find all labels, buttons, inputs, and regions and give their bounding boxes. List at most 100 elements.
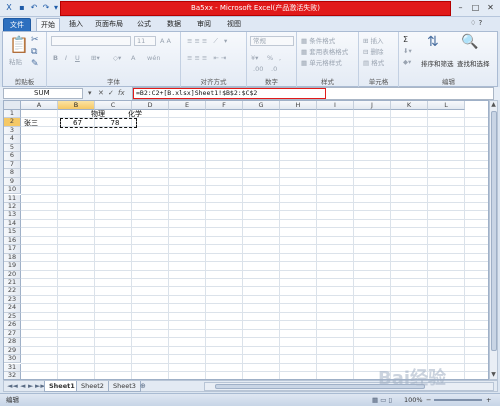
- cell-styles-button[interactable]: ▦ 单元格样式: [301, 57, 342, 67]
- percent-button[interactable]: %: [267, 54, 273, 62]
- zoom-in-button[interactable]: +: [486, 394, 491, 406]
- undo-icon[interactable]: ↶: [28, 2, 40, 14]
- tab-file[interactable]: 文件: [3, 18, 31, 32]
- gridline-horizontal: [21, 142, 488, 144]
- format-cells-button[interactable]: ▤ 格式: [363, 57, 384, 67]
- align-top-icons[interactable]: ≡≡≡ ⟋ ▾: [187, 37, 229, 46]
- scroll-up-icon[interactable]: ▲: [490, 101, 497, 109]
- paste-label[interactable]: 粘贴: [9, 56, 22, 66]
- formula-input[interactable]: =B2:C2+[B.xlsx]Sheet1!$B$2:$C$2: [133, 88, 326, 99]
- name-box-dropdown-icon[interactable]: ▾: [88, 88, 92, 99]
- italic-button[interactable]: I: [65, 54, 67, 62]
- tab-home[interactable]: 开始: [36, 18, 60, 32]
- cell-B1[interactable]: 物理: [84, 110, 112, 118]
- paste-icon[interactable]: 📋: [9, 35, 29, 54]
- delete-cells-button[interactable]: ⊟ 删除: [363, 46, 384, 56]
- cell-C1[interactable]: 化学: [121, 110, 149, 118]
- tab-review[interactable]: 审阅: [192, 18, 216, 32]
- close-button[interactable]: ✕: [483, 1, 498, 15]
- find-select-icon[interactable]: 🔍: [461, 34, 478, 50]
- column-header-E[interactable]: E: [169, 101, 206, 110]
- align-left-icons[interactable]: ≡≡≡ ⇤⇥: [187, 54, 228, 62]
- clear-icon[interactable]: ◆▾: [403, 58, 411, 66]
- view-buttons[interactable]: ▦ ▭ ▯: [372, 394, 392, 406]
- gridline-horizontal: [21, 311, 488, 313]
- comma-button[interactable]: ,: [279, 54, 281, 62]
- save-icon[interactable]: ▪: [16, 2, 28, 14]
- format-painter-icon[interactable]: ✎: [31, 59, 39, 69]
- cut-icon[interactable]: ✂: [31, 35, 39, 45]
- column-header-F[interactable]: F: [206, 101, 243, 110]
- tab-view[interactable]: 视图: [222, 18, 246, 32]
- vertical-scroll-thumb[interactable]: [491, 111, 497, 351]
- row-header-32[interactable]: 32: [4, 371, 21, 379]
- zoom-level[interactable]: 100%: [404, 394, 423, 406]
- excel-logo-icon[interactable]: X: [3, 2, 15, 14]
- next-sheet-icon[interactable]: ►: [28, 382, 33, 390]
- zoom-out-button[interactable]: −: [426, 394, 431, 406]
- enter-icon[interactable]: ✓: [108, 88, 114, 99]
- alignment-group-label: 对齐方式: [200, 78, 227, 86]
- name-box[interactable]: SUM: [3, 88, 83, 99]
- bold-button[interactable]: B: [53, 54, 58, 62]
- column-header-B[interactable]: B: [58, 101, 95, 110]
- styles-group: ▦ 条件格式 ▦ 套用表格格式 ▦ 单元格样式 样式: [297, 32, 359, 87]
- gridline-horizontal: [21, 354, 488, 356]
- increase-decimal-button[interactable]: .00: [253, 65, 263, 73]
- currency-icon[interactable]: ¥▾: [251, 54, 258, 62]
- insert-sheet-icon[interactable]: ⊕: [140, 382, 146, 390]
- format-as-table-button[interactable]: ▦ 套用表格格式: [301, 46, 348, 56]
- column-header-K[interactable]: K: [391, 101, 428, 110]
- phonetic-button[interactable]: wén: [147, 54, 160, 62]
- prev-sheet-icon[interactable]: ◄: [20, 382, 25, 390]
- copy-icon[interactable]: ⧉: [31, 47, 37, 57]
- horizontal-scrollbar[interactable]: [204, 382, 494, 391]
- insert-cells-button[interactable]: ⊞ 插入: [363, 35, 384, 45]
- minimize-button[interactable]: –: [453, 1, 468, 15]
- autosum-button[interactable]: Σ: [403, 35, 408, 44]
- spreadsheet-grid[interactable]: ABCDEFGHIJKL 1 2 3 4 5 6 7 8 9 10 11 12 13 14 15 16 17 18…: [3, 100, 489, 380]
- tab-data[interactable]: 数据: [162, 18, 186, 32]
- help-icon[interactable]: ♢ ?: [470, 19, 482, 27]
- column-header-I[interactable]: I: [317, 101, 354, 110]
- editing-group-label: 编辑: [442, 78, 455, 86]
- number-format-combo[interactable]: 常规: [250, 36, 294, 46]
- cell-A2[interactable]: 张三: [24, 119, 52, 127]
- conditional-format-button[interactable]: ▦ 条件格式: [301, 35, 335, 45]
- sort-filter-label[interactable]: 排序和筛选: [421, 58, 454, 68]
- find-select-label[interactable]: 查找和选择: [457, 58, 490, 68]
- decrease-decimal-button[interactable]: .0: [271, 65, 277, 73]
- underline-button[interactable]: U: [75, 54, 80, 62]
- scroll-down-icon[interactable]: ▼: [490, 371, 497, 379]
- insert-function-icon[interactable]: fx: [118, 88, 125, 99]
- tab-page-layout[interactable]: 页面布局: [92, 18, 126, 32]
- column-header-L[interactable]: L: [428, 101, 465, 110]
- tab-formulas[interactable]: 公式: [132, 18, 156, 32]
- sheet-tab-3[interactable]: Sheet3: [108, 381, 141, 392]
- tab-insert[interactable]: 插入: [64, 18, 88, 32]
- column-header-A[interactable]: A: [21, 101, 58, 110]
- sheet-tab-2[interactable]: Sheet2: [76, 381, 109, 392]
- grow-font-icon[interactable]: A A: [160, 37, 171, 45]
- vertical-scrollbar[interactable]: ▲ ▼: [489, 100, 498, 380]
- font-name-combo[interactable]: [51, 36, 131, 46]
- column-header-H[interactable]: H: [280, 101, 317, 110]
- font-group-label: 字体: [107, 78, 120, 86]
- zoom-slider[interactable]: [434, 399, 482, 401]
- font-size-combo[interactable]: 11: [134, 36, 156, 46]
- fill-color-icon[interactable]: ◇▾: [113, 54, 121, 62]
- sheet-tab-1[interactable]: Sheet1: [44, 381, 80, 392]
- first-sheet-icon[interactable]: ◄◄: [7, 382, 18, 390]
- border-icon[interactable]: ⊞▾: [91, 54, 100, 62]
- maximize-button[interactable]: □: [468, 1, 483, 15]
- gridline-horizontal: [21, 168, 488, 170]
- font-color-button[interactable]: A: [131, 54, 135, 62]
- column-header-C[interactable]: C: [95, 101, 132, 110]
- column-header-D[interactable]: D: [132, 101, 169, 110]
- column-header-J[interactable]: J: [354, 101, 391, 110]
- fill-icon[interactable]: ⬇▾: [403, 47, 412, 55]
- cancel-icon[interactable]: ✕: [98, 88, 104, 99]
- column-header-G[interactable]: G: [243, 101, 280, 110]
- formula-input-wrap[interactable]: =B2:C2+[B.xlsx]Sheet1!$B$2:$C$2: [132, 87, 494, 100]
- sort-filter-icon[interactable]: ⇅: [427, 34, 439, 50]
